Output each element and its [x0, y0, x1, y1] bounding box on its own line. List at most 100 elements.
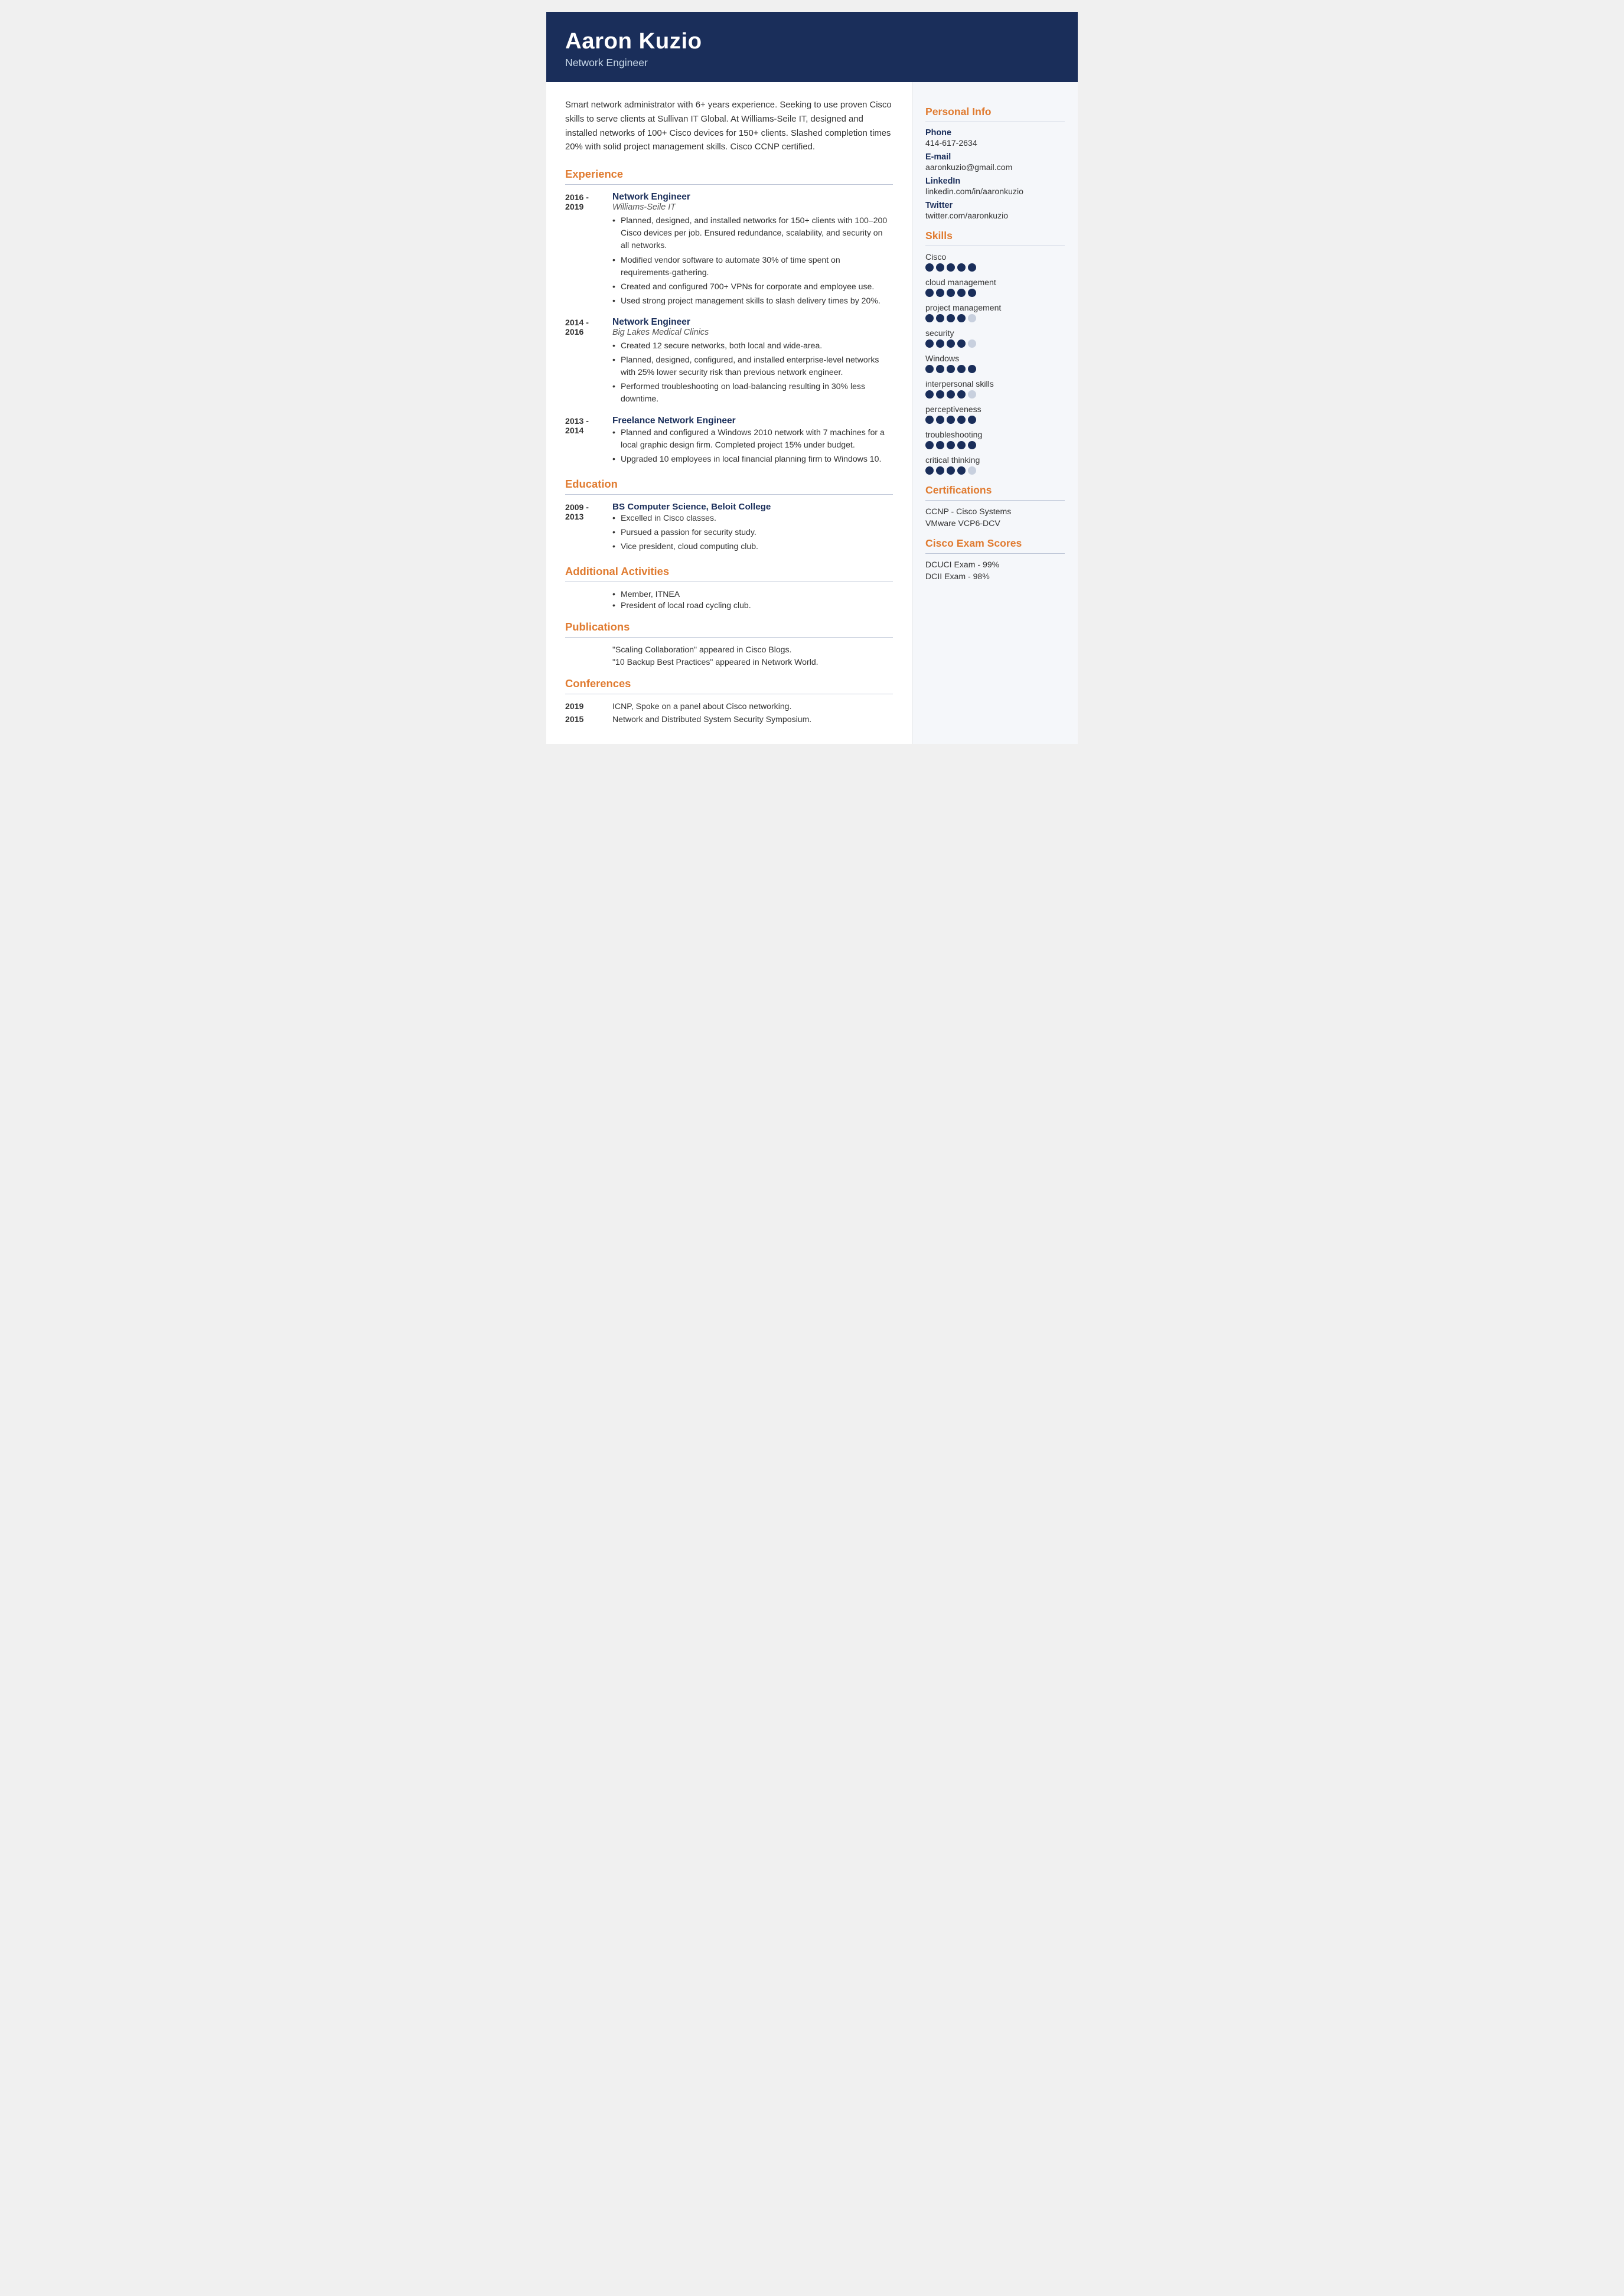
- skill-name: troubleshooting: [925, 430, 1065, 439]
- skill-dot-filled: [947, 289, 955, 297]
- skill-row: critical thinking: [925, 455, 1065, 475]
- cert-item: CCNP - Cisco Systems: [925, 507, 1065, 516]
- skill-dot-filled: [936, 289, 944, 297]
- email-value: aaronkuzio@gmail.com: [925, 162, 1065, 172]
- list-item: President of local road cycling club.: [612, 600, 893, 610]
- skill-dot-filled: [925, 339, 934, 348]
- skill-dot-filled: [925, 365, 934, 373]
- skill-dot-filled: [936, 263, 944, 272]
- publications-list: "Scaling Collaboration" appeared in Cisc…: [612, 645, 893, 667]
- skill-dot-filled: [936, 339, 944, 348]
- skill-dot-filled: [957, 466, 966, 475]
- candidate-title: Network Engineer: [565, 57, 1059, 69]
- conference-item: 2019ICNP, Spoke on a panel about Cisco n…: [565, 701, 893, 711]
- education-divider: [565, 494, 893, 495]
- main-column: Smart network administrator with 6+ year…: [546, 82, 912, 744]
- list-item: Planned and configured a Windows 2010 ne…: [612, 426, 893, 451]
- skill-dot-filled: [925, 466, 934, 475]
- exp-bullets: Planned and configured a Windows 2010 ne…: [612, 426, 893, 465]
- experience-item: 2014 - 2016Network EngineerBig Lakes Med…: [565, 317, 893, 407]
- exam-score-item: DCUCI Exam - 99%: [925, 560, 1065, 569]
- certifications-divider: [925, 500, 1065, 501]
- skill-dot-empty: [968, 314, 976, 322]
- skill-row: cloud management: [925, 277, 1065, 297]
- exp-dates: 2014 - 2016: [565, 317, 612, 407]
- skill-dots: [925, 441, 1065, 449]
- skill-dot-filled: [936, 441, 944, 449]
- skill-dots: [925, 365, 1065, 373]
- exp-content: Network EngineerWilliams-Seile ITPlanned…: [612, 192, 893, 309]
- skill-dot-filled: [947, 365, 955, 373]
- exp-content: Freelance Network EngineerPlanned and co…: [612, 416, 893, 467]
- skill-dot-empty: [968, 466, 976, 475]
- exp-job-title: Network Engineer: [612, 192, 893, 203]
- edu-bullets: Excelled in Cisco classes.Pursued a pass…: [612, 512, 771, 553]
- skills-title: Skills: [925, 230, 1065, 242]
- conferences-list: 2019ICNP, Spoke on a panel about Cisco n…: [565, 701, 893, 724]
- skill-row: troubleshooting: [925, 430, 1065, 449]
- conferences-section-title: Conferences: [565, 677, 893, 690]
- skill-dot-filled: [968, 365, 976, 373]
- skill-dot-filled: [957, 339, 966, 348]
- skill-row: perceptiveness: [925, 404, 1065, 424]
- experience-divider: [565, 184, 893, 185]
- skill-dots: [925, 390, 1065, 399]
- certifications-title: Certifications: [925, 484, 1065, 497]
- education-item: 2009 - 2013BS Computer Science, Beloit C…: [565, 502, 893, 554]
- exam-scores-divider: [925, 553, 1065, 554]
- list-item: Member, ITNEA: [612, 589, 893, 599]
- exp-job-title: Network Engineer: [612, 317, 893, 328]
- conf-desc: ICNP, Spoke on a panel about Cisco netwo…: [612, 701, 791, 711]
- skill-dot-filled: [968, 263, 976, 272]
- exam-scores-title: Cisco Exam Scores: [925, 537, 1065, 550]
- education-list: 2009 - 2013BS Computer Science, Beloit C…: [565, 502, 893, 554]
- skill-dots: [925, 263, 1065, 272]
- sidebar: Personal Info Phone 414-617-2634 E-mail …: [912, 82, 1078, 744]
- skill-dot-filled: [968, 289, 976, 297]
- list-item: Created and configured 700+ VPNs for cor…: [612, 280, 893, 293]
- skill-dots: [925, 314, 1065, 322]
- conference-item: 2015Network and Distributed System Secur…: [565, 714, 893, 724]
- skill-row: Cisco: [925, 252, 1065, 272]
- edu-content: BS Computer Science, Beloit CollegeExcel…: [612, 502, 771, 554]
- skill-row: Windows: [925, 354, 1065, 373]
- skill-name: security: [925, 328, 1065, 338]
- skill-dot-filled: [936, 314, 944, 322]
- exp-content: Network EngineerBig Lakes Medical Clinic…: [612, 317, 893, 407]
- list-item: Upgraded 10 employees in local financial…: [612, 453, 893, 465]
- education-section-title: Education: [565, 478, 893, 491]
- activities-block: Member, ITNEAPresident of local road cyc…: [612, 589, 893, 610]
- activities-section-title: Additional Activities: [565, 565, 893, 578]
- skill-dot-empty: [968, 339, 976, 348]
- list-item: Planned, designed, and installed network…: [612, 214, 893, 252]
- list-item: Used strong project management skills to…: [612, 295, 893, 307]
- skill-dot-filled: [925, 416, 934, 424]
- experience-list: 2016 - 2019Network EngineerWilliams-Seil…: [565, 192, 893, 467]
- candidate-name: Aaron Kuzio: [565, 28, 1059, 54]
- skill-name: Cisco: [925, 252, 1065, 262]
- skill-name: interpersonal skills: [925, 379, 1065, 388]
- skill-dots: [925, 466, 1065, 475]
- experience-item: 2013 - 2014Freelance Network EngineerPla…: [565, 416, 893, 467]
- skill-dot-empty: [968, 390, 976, 399]
- list-item: Planned, designed, configured, and insta…: [612, 354, 893, 378]
- twitter-value: twitter.com/aaronkuzio: [925, 211, 1065, 220]
- skill-dot-filled: [957, 289, 966, 297]
- resume: Aaron Kuzio Network Engineer Smart netwo…: [546, 12, 1078, 744]
- skill-dots: [925, 339, 1065, 348]
- skill-dot-filled: [925, 441, 934, 449]
- list-item: Modified vendor software to automate 30%…: [612, 254, 893, 279]
- exam-score-item: DCII Exam - 98%: [925, 571, 1065, 581]
- list-item: Excelled in Cisco classes.: [612, 512, 771, 524]
- skill-dots: [925, 416, 1065, 424]
- personal-info-title: Personal Info: [925, 106, 1065, 118]
- edu-degree: BS Computer Science, Beloit College: [612, 502, 771, 512]
- skill-dot-filled: [936, 390, 944, 399]
- skill-name: project management: [925, 303, 1065, 312]
- skill-name: cloud management: [925, 277, 1065, 287]
- body: Smart network administrator with 6+ year…: [546, 82, 1078, 744]
- twitter-label: Twitter: [925, 201, 1065, 210]
- exp-bullets: Created 12 secure networks, both local a…: [612, 339, 893, 406]
- experience-section-title: Experience: [565, 168, 893, 181]
- skill-dot-filled: [947, 441, 955, 449]
